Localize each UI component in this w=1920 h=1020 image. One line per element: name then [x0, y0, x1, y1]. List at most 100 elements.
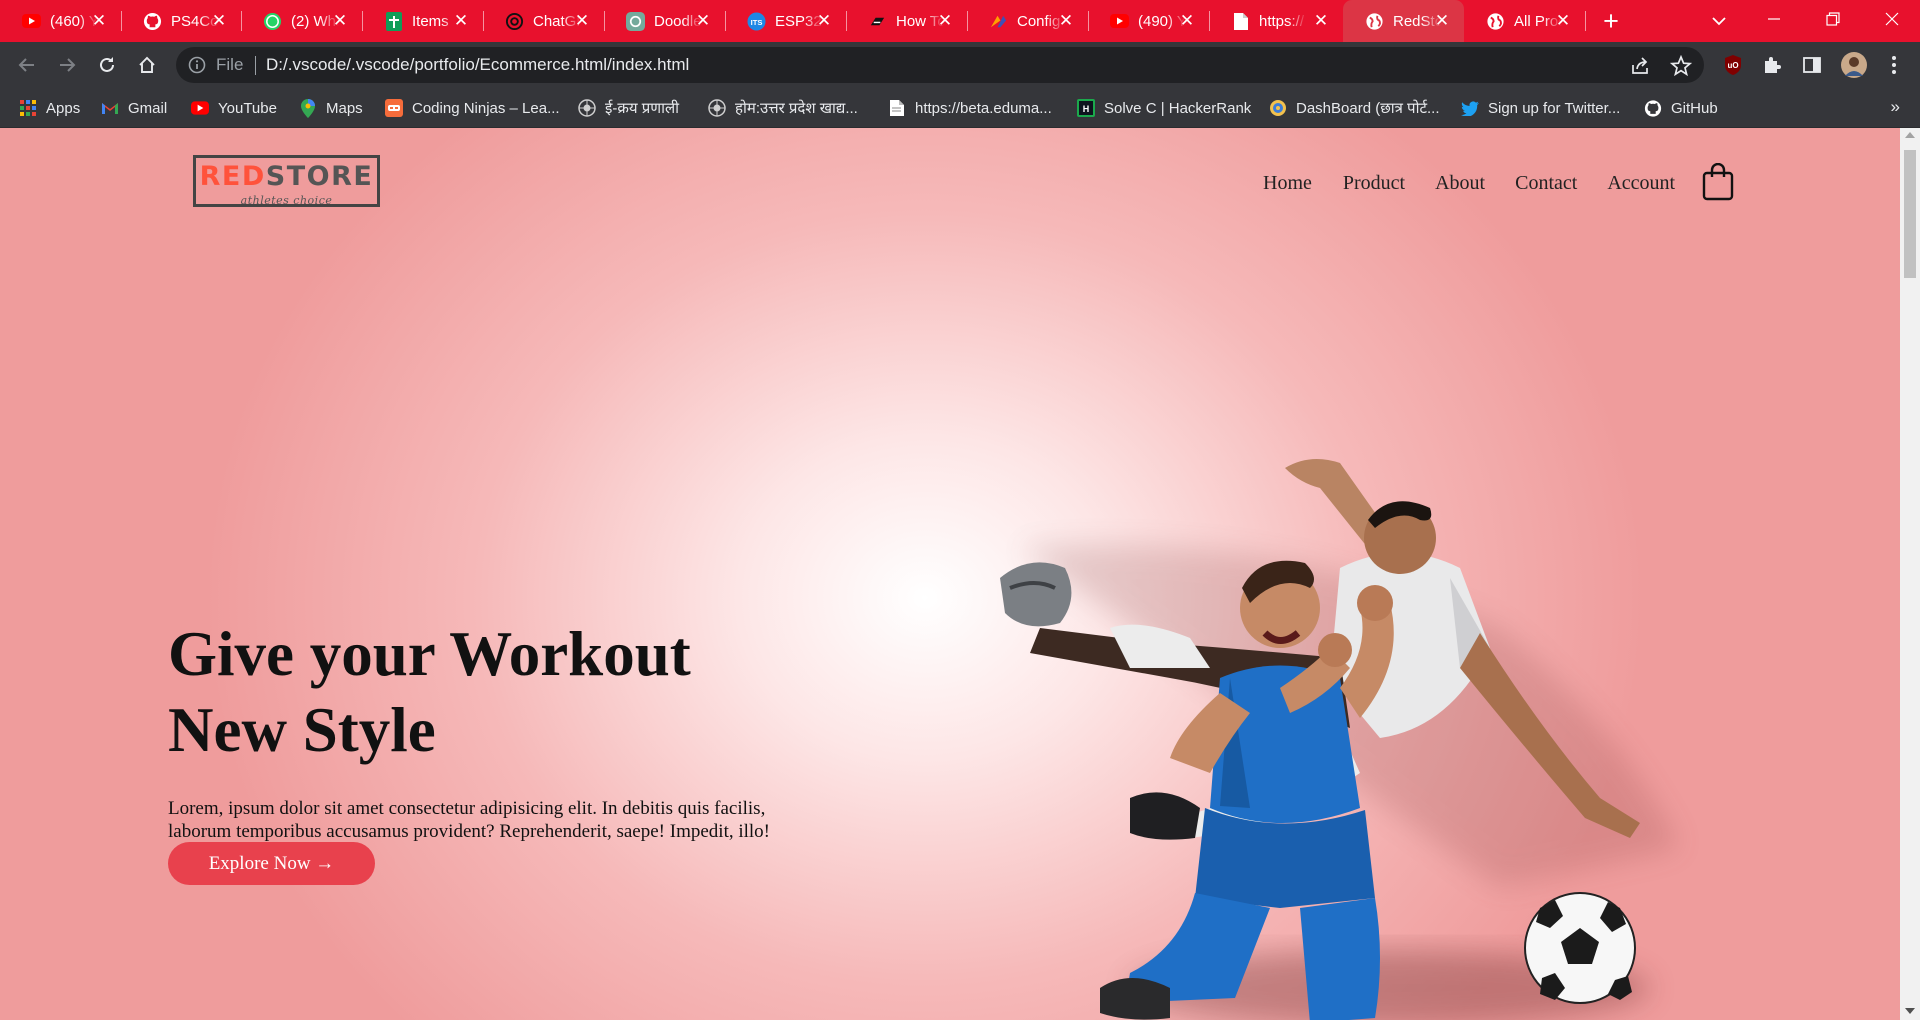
bookmark-label: ई-क्रय प्रणाली: [605, 100, 680, 117]
bookmark-label: Sign up for Twitter...: [1488, 99, 1621, 117]
tab-redstore-active[interactable]: RedStore ✕: [1343, 0, 1464, 42]
tab-close-icon[interactable]: ✕: [1432, 11, 1452, 31]
page-scrollbar[interactable]: [1900, 128, 1920, 1020]
tab-close-icon[interactable]: ✕: [451, 11, 471, 31]
tab-all-products[interactable]: All Products ✕: [1464, 0, 1586, 42]
reload-icon[interactable]: [91, 49, 123, 81]
bookmark-gmail[interactable]: Gmail: [101, 97, 167, 119]
nav-about-link[interactable]: About: [1435, 172, 1485, 195]
nav-product-link[interactable]: Product: [1343, 172, 1405, 195]
esp32-icon: ITS: [747, 11, 766, 31]
bookmark-label: Maps: [326, 99, 363, 117]
ublock-origin-icon[interactable]: uO: [1721, 53, 1745, 77]
bookmark-maps[interactable]: Maps: [299, 97, 363, 119]
tab-close-icon[interactable]: ✕: [209, 11, 229, 31]
tab-close-icon[interactable]: ✕: [693, 11, 713, 31]
bookmark-label: GitHub: [1671, 99, 1718, 117]
tab-items[interactable]: Items ✕: [362, 0, 484, 42]
browser-toolbar: File D:/.vscode/.vscode/portfolio/Ecomme…: [0, 42, 1920, 88]
bookmark-dashboard[interactable]: DashBoard (छात्र पोर्ट...: [1269, 97, 1440, 119]
bookmark-github[interactable]: GitHub: [1644, 97, 1718, 119]
globe-icon: [1486, 12, 1505, 31]
shopping-bag-icon[interactable]: [1702, 162, 1734, 201]
nav-home-link[interactable]: Home: [1263, 172, 1312, 195]
apps-grid-icon: [19, 99, 37, 117]
tab-how-to[interactable]: How To ✕: [846, 0, 968, 42]
hero-title: Give your Workout New Style: [168, 619, 691, 765]
tab-config[interactable]: Config ✕: [967, 0, 1089, 42]
bookmark-e-kray[interactable]: ई-क्रय प्रणाली: [578, 97, 679, 119]
bookmark-label: Solve C | HackerRank: [1104, 99, 1252, 117]
nav-account-link[interactable]: Account: [1607, 172, 1675, 195]
minimize-icon[interactable]: [1746, 0, 1802, 38]
tab-search-chevron-icon[interactable]: [1706, 8, 1732, 34]
hackerrank-icon: H: [1077, 99, 1095, 117]
tab-close-icon[interactable]: ✕: [814, 11, 834, 31]
tab-close-icon[interactable]: ✕: [935, 11, 955, 31]
tab-close-icon[interactable]: ✕: [1177, 11, 1197, 31]
scroll-thumb[interactable]: [1904, 150, 1916, 278]
emblem-icon: [708, 99, 726, 117]
tab-https[interactable]: https:// ✕: [1209, 0, 1343, 42]
svg-text:ITS: ITS: [751, 17, 763, 26]
info-icon[interactable]: [188, 56, 206, 74]
bookmark-twitter[interactable]: Sign up for Twitter...: [1461, 97, 1620, 119]
bookmark-youtube[interactable]: YouTube: [191, 97, 277, 119]
emblem-icon: [578, 99, 596, 117]
maps-pin-icon: [299, 98, 317, 118]
nav-contact-link[interactable]: Contact: [1515, 172, 1577, 195]
tab-close-icon[interactable]: ✕: [89, 11, 109, 31]
profile-avatar[interactable]: [1840, 51, 1868, 79]
site-nav: Home Product About Contact Account: [1263, 172, 1675, 195]
extensions-puzzle-icon[interactable]: [1760, 53, 1784, 77]
document-icon: [1231, 12, 1250, 31]
home-icon[interactable]: [131, 49, 163, 81]
back-arrow-icon[interactable]: [11, 49, 43, 81]
close-window-icon[interactable]: [1864, 0, 1920, 38]
tab-close-icon[interactable]: ✕: [1056, 11, 1076, 31]
tab-whatsapp[interactable]: (2) WhatsApp ✕: [241, 0, 363, 42]
bookmark-label: DashBoard (छात्र पोर्ट...: [1296, 100, 1440, 117]
restore-icon[interactable]: [1805, 0, 1861, 38]
side-panel-icon[interactable]: [1800, 53, 1824, 77]
redstore-logo[interactable]: REDSTORE athletes choice: [193, 155, 380, 207]
bookmark-apps[interactable]: Apps: [19, 97, 80, 119]
tab-close-icon[interactable]: ✕: [1311, 11, 1331, 31]
tab-youtube-460[interactable]: (460) YouTube ✕: [0, 0, 122, 42]
scroll-down-arrow-icon[interactable]: [1905, 1008, 1915, 1014]
scroll-up-arrow-icon[interactable]: [1905, 132, 1915, 138]
tab-title: https://: [1259, 12, 1305, 30]
tab-close-icon[interactable]: ✕: [330, 11, 350, 31]
bookmark-star-icon[interactable]: [1669, 54, 1693, 77]
tab-divider: [1585, 11, 1586, 31]
tab-ps4code[interactable]: PS4Code ✕: [121, 0, 242, 42]
bookmark-coding-ninjas[interactable]: Coding Ninjas – Lea...: [385, 97, 560, 119]
document-icon: [888, 99, 906, 117]
tab-chatgpt[interactable]: ChatGPT ✕: [483, 0, 605, 42]
browser-tab-strip: (460) YouTube ✕ PS4Code ✕ (2) WhatsApp ✕…: [0, 0, 1920, 42]
address-bar[interactable]: File D:/.vscode/.vscode/portfolio/Ecomme…: [176, 47, 1704, 83]
whatsapp-icon: [263, 12, 282, 31]
share-icon[interactable]: [1629, 55, 1651, 77]
tab-doodle[interactable]: Doodle ✕: [604, 0, 726, 42]
tab-youtube-490[interactable]: (490) YouTube ✕: [1088, 0, 1210, 42]
address-divider: [255, 56, 256, 75]
bookmark-up-khadya[interactable]: होम:उत्तर प्रदेश खाद्य...: [708, 97, 858, 119]
globe-icon: [1365, 12, 1384, 31]
bookmark-hackerrank[interactable]: H Solve C | HackerRank: [1077, 97, 1251, 119]
forward-arrow-icon[interactable]: [51, 49, 83, 81]
bookmarks-overflow-chevron[interactable]: »: [1891, 97, 1900, 117]
tab-esp32[interactable]: ITS ESP32 ✕: [725, 0, 847, 42]
url-text[interactable]: D:/.vscode/.vscode/portfolio/Ecommerce.h…: [266, 55, 689, 75]
tab-close-icon[interactable]: ✕: [572, 11, 592, 31]
svg-text:uO: uO: [1727, 61, 1738, 70]
menu-kebab-icon[interactable]: [1882, 53, 1906, 77]
bookmark-beta-eduma[interactable]: https://beta.eduma...: [888, 97, 1052, 119]
logo-tagline: athletes choice: [240, 194, 333, 207]
football-players-image: [1000, 459, 1680, 1020]
tab-close-icon[interactable]: ✕: [1553, 11, 1573, 31]
hero-description: Lorem, ipsum dolor sit amet consectetur …: [168, 798, 771, 842]
explore-now-button[interactable]: Explore Now →: [168, 842, 375, 885]
new-tab-button[interactable]: +: [1596, 6, 1626, 36]
gmail-icon: [101, 99, 119, 117]
